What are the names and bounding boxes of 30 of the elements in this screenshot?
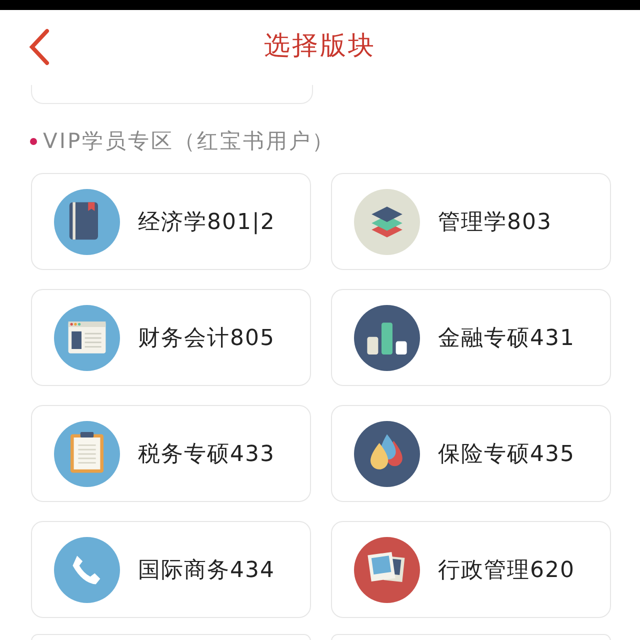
board-tile[interactable]: 管理学803 <box>331 173 611 270</box>
board-label: 保险专硕435 <box>438 440 575 468</box>
board-label: 管理学803 <box>438 208 552 236</box>
section-title: VIP学员专区（红宝书用户） <box>43 128 336 155</box>
drops-icon <box>354 420 420 486</box>
board-tile[interactable]: 税务专硕433 <box>31 405 311 502</box>
board-tile[interactable] <box>331 634 611 640</box>
board-tile[interactable]: 国际商务434 <box>31 521 311 618</box>
board-label: 税务专硕433 <box>138 440 275 468</box>
board-label: 金融专硕431 <box>438 324 575 352</box>
page-title: 选择版块 <box>264 30 376 63</box>
bullet-icon <box>30 138 37 144</box>
bar-chart-icon <box>354 304 420 370</box>
board-label: 财务会计805 <box>138 324 275 352</box>
board-label: 经济学801|2 <box>138 208 276 236</box>
layers-icon <box>354 188 420 254</box>
board-tile[interactable]: 经济学801|2 <box>31 173 311 270</box>
phone-icon <box>54 536 120 602</box>
photos-icon <box>354 536 420 602</box>
board-label: 行政管理620 <box>438 556 575 584</box>
notebook-icon <box>54 188 120 254</box>
board-tile[interactable]: 行政管理620 <box>331 521 611 618</box>
board-tile[interactable] <box>31 634 311 640</box>
board-tile[interactable]: 金融专硕431 <box>331 289 611 386</box>
clipboard-icon <box>54 420 120 486</box>
browser-window-icon <box>54 304 120 370</box>
back-icon[interactable] <box>28 28 50 66</box>
board-tile[interactable]: 财务会计805 <box>31 289 311 386</box>
board-label: 国际商务434 <box>138 556 275 584</box>
board-tile[interactable]: 保险专硕435 <box>331 405 611 502</box>
